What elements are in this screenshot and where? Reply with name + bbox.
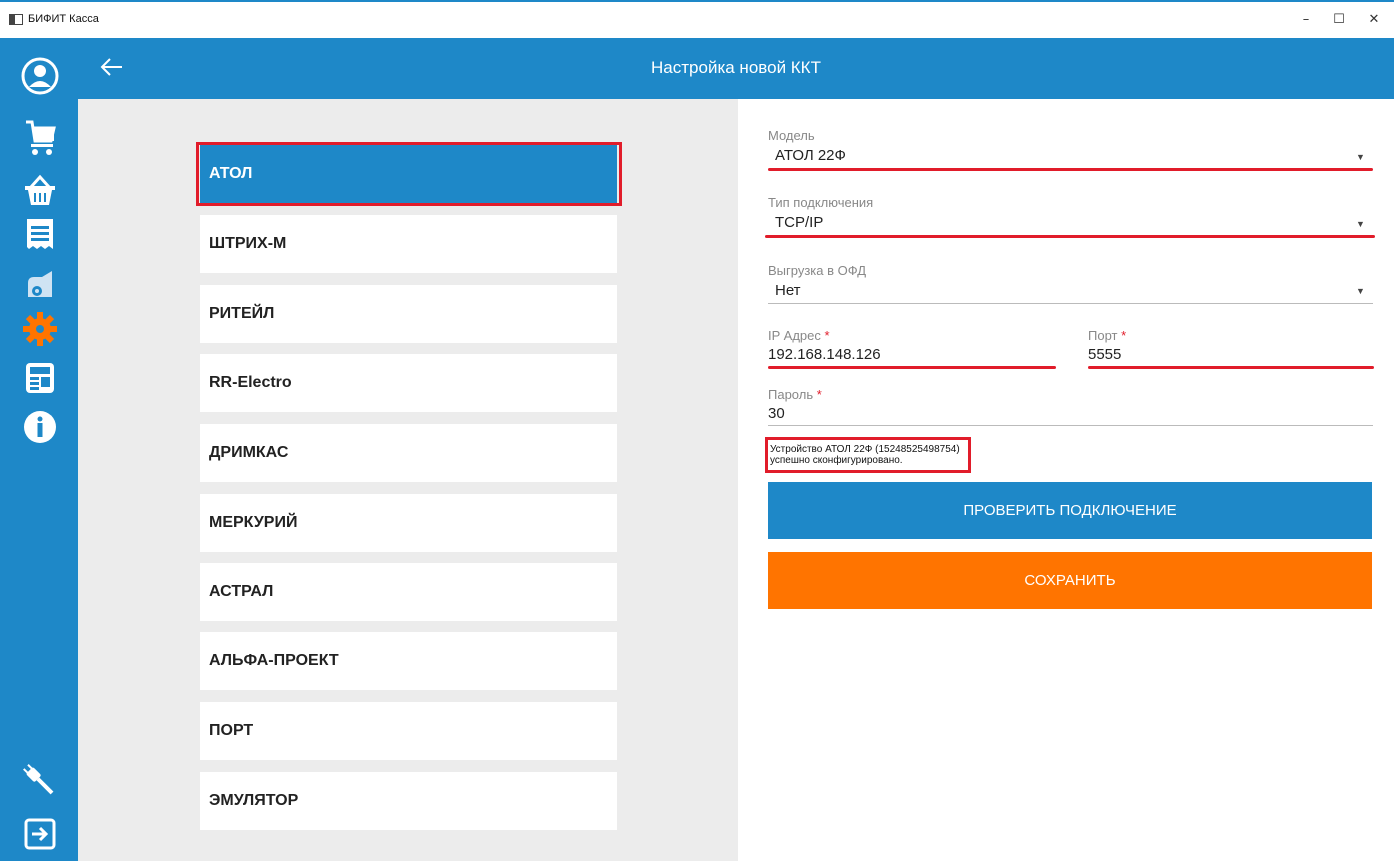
vendor-item-shtrih-m[interactable]: ШТРИХ-М — [200, 215, 617, 273]
logout-icon[interactable] — [20, 814, 60, 854]
password-underline — [768, 425, 1373, 426]
app-icon — [9, 14, 23, 25]
settings-form: Модель АТОЛ 22Ф ▼ Тип подключения TCP/IP… — [738, 99, 1394, 861]
info-icon[interactable] — [20, 407, 60, 447]
ip-underline — [768, 366, 1056, 369]
user-icon[interactable] — [20, 56, 60, 96]
ofd-label: Выгрузка в ОФД — [768, 263, 867, 278]
port-underline — [1088, 366, 1374, 369]
model-label: Модель — [768, 128, 815, 143]
save-button[interactable]: СОХРАНИТЬ — [768, 552, 1372, 609]
page-title: Настройка новой ККТ — [651, 58, 821, 77]
connection-underline — [765, 235, 1375, 238]
status-line-1: Устройство АТОЛ 22Ф (15248525498754) — [770, 444, 960, 455]
cart-icon[interactable] — [20, 118, 60, 158]
plug-icon[interactable] — [20, 761, 60, 801]
chevron-down-icon[interactable]: ▼ — [1356, 219, 1365, 229]
window-title: БИФИТ Касса — [28, 13, 99, 25]
ofd-select[interactable]: Нет — [775, 282, 801, 299]
password-label: Пароль * — [768, 387, 822, 402]
vendor-item-merkury[interactable]: МЕРКУРИЙ — [200, 494, 617, 552]
vendor-item-rr-electro[interactable]: RR-Electro — [200, 354, 617, 412]
vendor-item-emulator[interactable]: ЭМУЛЯТОР — [200, 772, 617, 830]
connection-label: Тип подключения — [768, 195, 874, 210]
maximize-button[interactable]: ☐ — [1325, 9, 1353, 31]
sidebar — [0, 38, 78, 861]
minimize-button[interactable]: – — [1292, 9, 1320, 31]
ofd-underline — [768, 303, 1373, 304]
status-line-2: успешно сконфигурировано. — [770, 455, 903, 466]
chevron-down-icon[interactable]: ▼ — [1356, 152, 1365, 162]
close-button[interactable]: ✕ — [1360, 9, 1388, 31]
reports-icon[interactable] — [20, 265, 60, 305]
vendor-item-port[interactable]: ПОРТ — [200, 702, 617, 760]
receipt-icon[interactable] — [20, 214, 60, 254]
port-input[interactable]: 5555 — [1088, 346, 1121, 363]
check-connection-button[interactable]: ПРОВЕРИТЬ ПОДКЛЮЧЕНИЕ — [768, 482, 1372, 539]
chevron-down-icon[interactable]: ▼ — [1356, 286, 1365, 296]
status-message: Устройство АТОЛ 22Ф (15248525498754) усп… — [765, 437, 971, 473]
password-input[interactable]: 30 — [768, 405, 785, 422]
window-titlebar: БИФИТ Касса – ☐ ✕ — [0, 0, 1394, 38]
vendor-item-atol[interactable]: АТОЛ — [200, 145, 617, 203]
connection-select[interactable]: TCP/IP — [775, 214, 823, 231]
vendor-item-dreamkas[interactable]: ДРИМКАС — [200, 424, 617, 482]
basket-icon[interactable] — [20, 170, 60, 210]
vendor-item-astral[interactable]: АСТРАЛ — [200, 563, 617, 621]
vendor-item-alfa-proekt[interactable]: АЛЬФА-ПРОЕКТ — [200, 632, 617, 690]
header: Настройка новой ККТ — [78, 38, 1394, 99]
model-select[interactable]: АТОЛ 22Ф — [775, 147, 846, 164]
vendor-list-panel: АТОЛ ШТРИХ-М РИТЕЙЛ RR-Electro ДРИМКАС М… — [78, 99, 738, 861]
model-underline — [768, 168, 1373, 171]
settings-icon[interactable] — [20, 309, 60, 349]
vendor-item-riteil[interactable]: РИТЕЙЛ — [200, 285, 617, 343]
port-label: Порт * — [1088, 328, 1127, 343]
ip-input[interactable]: 192.168.148.126 — [768, 346, 881, 363]
news-icon[interactable] — [20, 358, 60, 398]
ip-label: IP Адрес * — [768, 328, 830, 343]
